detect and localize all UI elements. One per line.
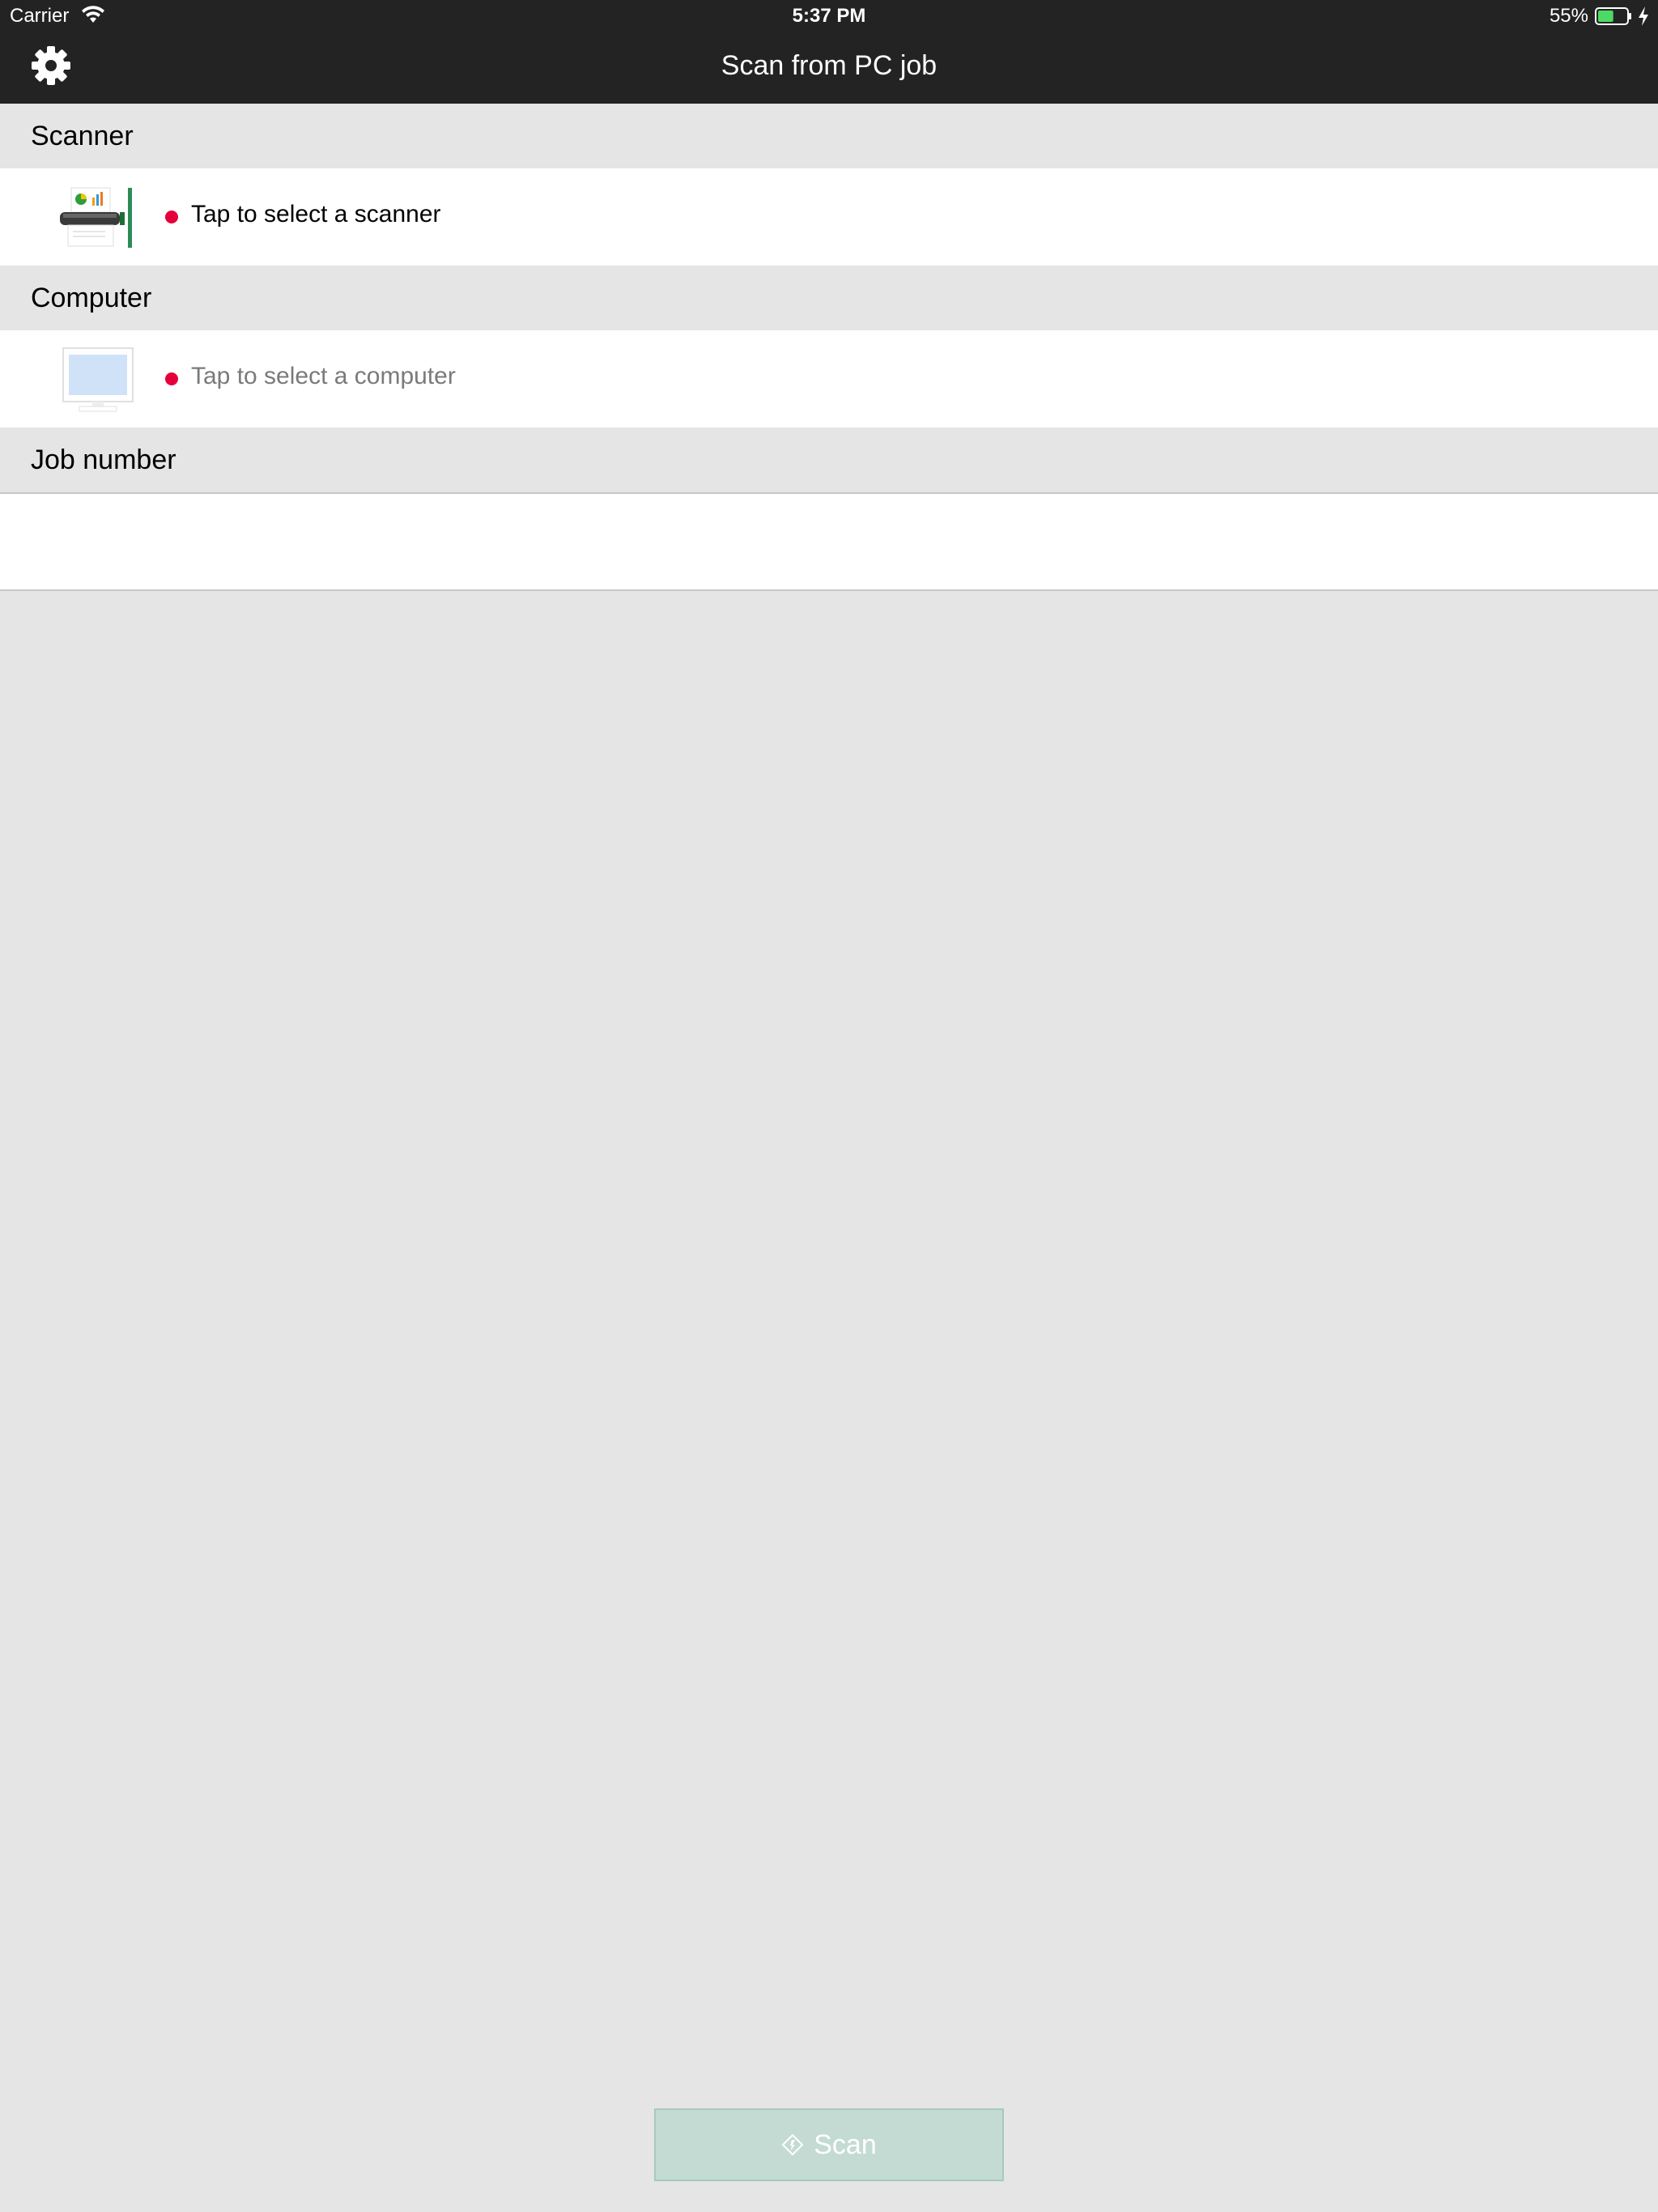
status-time: 5:37 PM: [792, 5, 866, 27]
job-number-section-header: Job number: [0, 428, 1658, 492]
charging-icon: [1639, 6, 1648, 26]
battery-percent: 55%: [1549, 5, 1588, 27]
select-computer-label: Tap to select a computer: [191, 363, 456, 389]
scan-button[interactable]: Scan: [654, 2108, 1004, 2181]
job-number-field[interactable]: [0, 492, 1658, 591]
page-title: Scan from PC job: [721, 50, 937, 81]
select-computer-row[interactable]: Tap to select a computer: [0, 330, 1658, 428]
battery-icon: [1595, 7, 1631, 25]
top-bar: Carrier 5:37 PM 55% Scan from PC job: [0, 0, 1658, 104]
status-bar: Carrier 5:37 PM 55%: [0, 0, 1658, 32]
computer-section-header: Computer: [0, 266, 1658, 330]
scanner-section-header: Scanner: [0, 104, 1658, 168]
scanner-status-dot: [165, 211, 178, 223]
scanner-thumbnail-icon: [60, 187, 132, 248]
job-number-input[interactable]: [0, 494, 1658, 589]
select-scanner-row[interactable]: Tap to select a scanner: [0, 168, 1658, 266]
computer-monitor-icon: [62, 347, 134, 412]
scan-button-label: Scan: [814, 2129, 877, 2160]
computer-status-dot: [165, 372, 178, 385]
scan-diamond-icon: [781, 2133, 804, 2156]
select-scanner-label: Tap to select a scanner: [191, 201, 441, 228]
